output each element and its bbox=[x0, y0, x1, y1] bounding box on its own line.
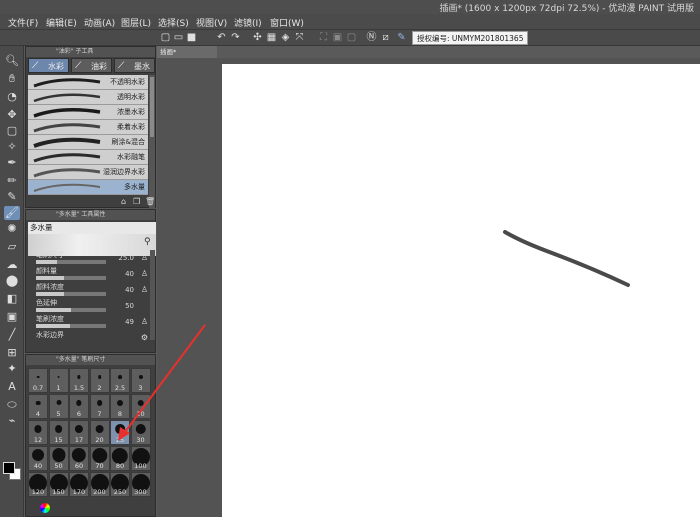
arrow-shaft bbox=[121, 324, 206, 437]
app-window: 插画* (1600 x 1200px 72dpi 72.5%) - 优动漫 PA… bbox=[0, 0, 700, 517]
annotation-arrow bbox=[118, 324, 206, 441]
